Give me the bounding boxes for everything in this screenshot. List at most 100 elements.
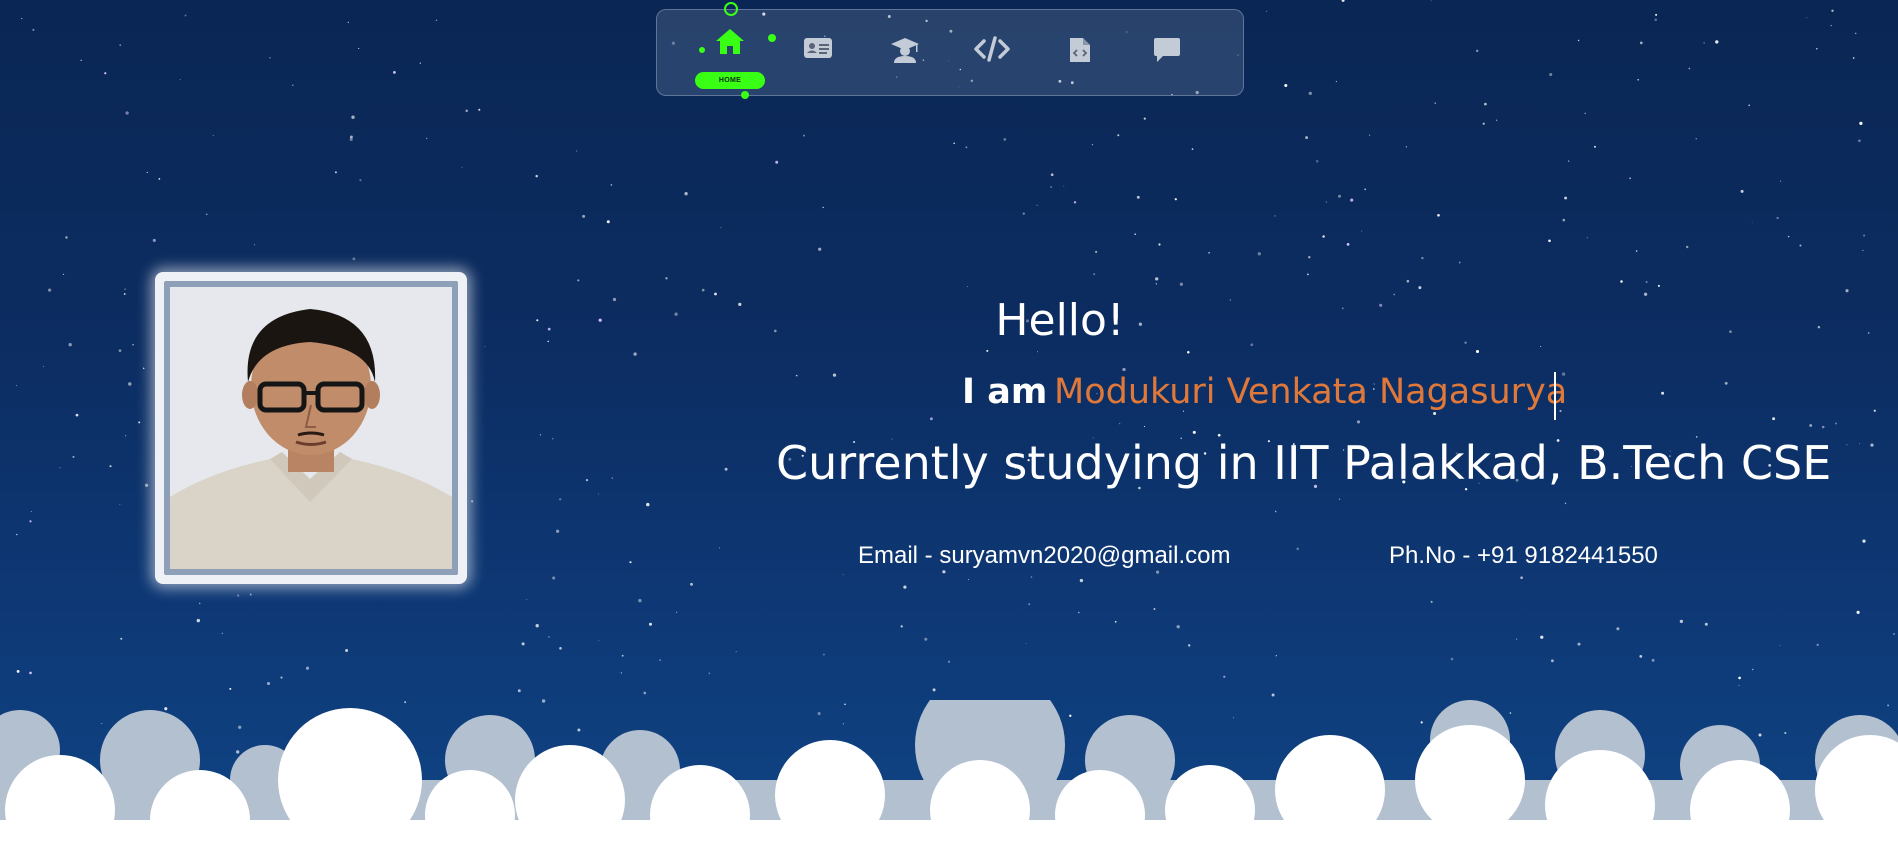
star	[1540, 345, 1542, 348]
star	[1639, 41, 1643, 45]
star	[292, 84, 294, 87]
star	[676, 611, 678, 613]
star	[125, 435, 127, 437]
star	[196, 618, 200, 623]
typing-cursor	[1554, 372, 1556, 420]
star	[1854, 32, 1857, 35]
star	[1751, 221, 1753, 223]
star	[1549, 72, 1553, 77]
profile-photo-frame	[155, 272, 467, 584]
star	[1564, 196, 1568, 200]
star	[1022, 212, 1025, 215]
star	[1036, 204, 1038, 206]
star	[649, 622, 652, 626]
star	[714, 292, 717, 296]
nav-about-button[interactable]	[783, 24, 853, 82]
star	[965, 146, 968, 149]
star	[48, 288, 52, 292]
star	[967, 579, 969, 581]
star	[1655, 13, 1658, 16]
star	[334, 171, 337, 174]
star	[547, 327, 551, 331]
star	[582, 214, 586, 218]
star	[822, 206, 824, 209]
star	[1257, 252, 1261, 256]
star	[465, 109, 468, 113]
star	[947, 660, 951, 663]
star	[1346, 243, 1350, 246]
star	[1405, 146, 1408, 148]
star	[1830, 24, 1832, 27]
star	[266, 681, 271, 686]
star	[924, 637, 928, 641]
star	[426, 137, 428, 139]
star	[1266, 10, 1268, 12]
star	[665, 277, 668, 280]
star	[1179, 282, 1184, 286]
star	[435, 19, 438, 22]
star	[1567, 160, 1570, 162]
star	[1143, 117, 1146, 120]
star	[72, 455, 75, 458]
star	[708, 672, 711, 675]
nav-resume-button[interactable]	[1045, 24, 1115, 82]
star	[1341, 307, 1344, 310]
star	[1685, 245, 1689, 249]
star	[393, 71, 396, 74]
nav-contact-button[interactable]	[1132, 24, 1202, 82]
nav-home-label: HOME	[695, 72, 765, 89]
star	[1003, 138, 1007, 141]
star	[1134, 233, 1137, 236]
star	[461, 166, 463, 168]
star	[16, 670, 20, 673]
person-name: Modukuri Venkata Nagasurya	[1054, 372, 1568, 412]
star	[1338, 498, 1341, 500]
star	[1475, 49, 1479, 53]
star	[1515, 638, 1518, 640]
star	[1191, 148, 1194, 150]
star	[1695, 138, 1697, 140]
star	[59, 467, 61, 469]
code-icon	[974, 36, 1010, 62]
nav-home-button[interactable]: HOME	[695, 24, 765, 89]
star	[1482, 122, 1485, 125]
star	[1050, 186, 1052, 188]
star	[1073, 201, 1077, 204]
star	[1077, 611, 1080, 614]
star	[351, 115, 355, 119]
star	[1030, 576, 1033, 578]
nav-education-button[interactable]	[870, 24, 940, 82]
star	[42, 365, 44, 367]
star	[212, 135, 214, 136]
star	[606, 220, 610, 224]
star	[1724, 381, 1728, 385]
education-line: Currently studying in IIT Palakkad, B.Te…	[776, 436, 1832, 490]
nav-projects-button[interactable]	[957, 24, 1027, 82]
star	[548, 636, 550, 638]
star	[1862, 539, 1866, 543]
star	[1305, 136, 1309, 140]
star	[221, 632, 224, 635]
star	[1117, 134, 1120, 137]
star	[1787, 235, 1790, 238]
star	[1271, 693, 1275, 697]
star	[1037, 351, 1038, 353]
star	[249, 593, 252, 596]
star	[1356, 420, 1361, 424]
star	[1296, 547, 1299, 551]
star	[1752, 668, 1754, 671]
phone-text: Ph.No - +91 9182441550	[1389, 542, 1658, 569]
star	[1322, 235, 1325, 238]
star	[1093, 273, 1096, 275]
star	[1176, 625, 1180, 629]
star	[773, 329, 777, 333]
star	[1616, 627, 1620, 631]
star	[1821, 425, 1825, 429]
star	[1274, 215, 1276, 217]
star	[1114, 620, 1117, 623]
star	[1815, 47, 1818, 50]
star	[559, 498, 562, 501]
star	[1870, 443, 1874, 447]
star	[1629, 177, 1631, 180]
star	[598, 318, 602, 322]
